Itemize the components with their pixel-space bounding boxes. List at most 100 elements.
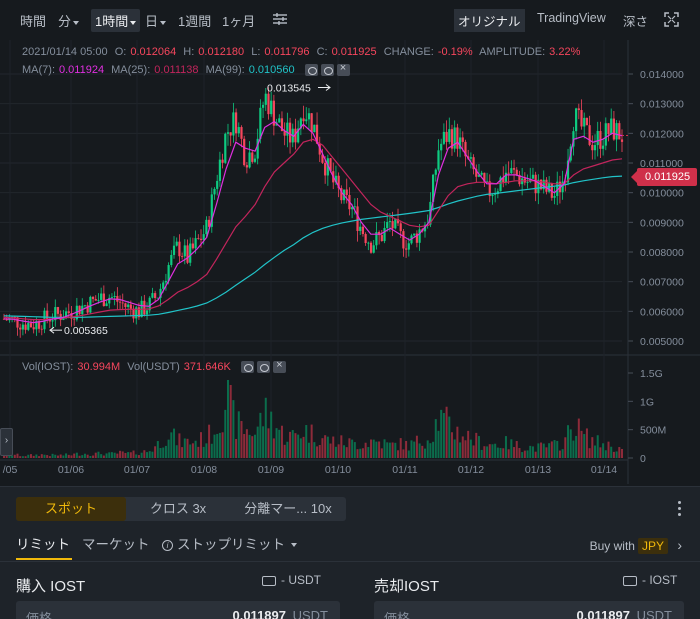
low-value: 0.011796 xyxy=(264,46,310,58)
settings-icon[interactable] xyxy=(320,64,334,77)
volume-bar xyxy=(283,444,286,458)
eye-icon[interactable] xyxy=(304,64,318,77)
indicator-settings-icon[interactable] xyxy=(272,12,288,26)
interval-1[interactable]: 分 xyxy=(58,11,80,30)
buy-balance-value: - USDT xyxy=(281,573,321,587)
volume-bar xyxy=(78,455,81,458)
interval-5[interactable]: 1ヶ月 xyxy=(222,11,255,30)
volume-bar xyxy=(550,441,553,458)
interval-2[interactable]: 1時間 xyxy=(91,9,141,32)
candle-body xyxy=(221,159,224,163)
sell-price-field[interactable]: 価格 0.011897 USDT xyxy=(374,601,684,619)
candle-body xyxy=(585,117,589,126)
ma7-value: 0.011924 xyxy=(59,64,105,76)
candle-body xyxy=(259,107,262,139)
vol-settings-icon[interactable] xyxy=(256,361,270,374)
chart-canvas[interactable]: 0.0140000.0130000.0120000.0110000.010000… xyxy=(0,40,700,484)
tab-limit[interactable]: リミット xyxy=(16,533,70,553)
side-panel-toggle[interactable]: › xyxy=(0,428,13,456)
ma25-line xyxy=(3,138,623,321)
buy-with-label: Buy with xyxy=(589,539,635,553)
view-original-button[interactable]: オリジナル xyxy=(454,9,525,32)
volume-bar xyxy=(494,443,497,458)
isolated-margin-tab[interactable]: 分離マー... 10x xyxy=(230,497,346,521)
volume-bar xyxy=(467,430,470,458)
cross-margin-tab[interactable]: クロス 3x xyxy=(128,497,228,521)
buy-price-field[interactable]: 価格 0.011897 USDT xyxy=(16,601,340,619)
candle-body xyxy=(91,296,95,299)
candle-body xyxy=(367,242,370,244)
volume-bar xyxy=(448,416,451,458)
tab-stop-limit[interactable]: i ストップリミット xyxy=(162,533,297,553)
candle-body xyxy=(504,172,508,183)
vol-usdt-value: 371.646K xyxy=(183,361,231,373)
candle-body xyxy=(143,300,146,315)
volume-bar xyxy=(51,453,54,458)
volume-bar xyxy=(507,449,510,458)
volume-bar xyxy=(27,454,30,458)
close-icon[interactable] xyxy=(336,62,350,77)
view-tradingview-button[interactable]: TradingView xyxy=(533,9,610,27)
price-chart[interactable]: 0.014000 0.013000 0.012000 0.011000 0.010000… xyxy=(0,40,700,484)
candle-body xyxy=(356,206,359,231)
volume-bar xyxy=(583,434,586,458)
volume-bar xyxy=(499,447,502,458)
volume-bar xyxy=(332,436,335,458)
volume-bar xyxy=(370,439,373,458)
volume-bar xyxy=(378,441,381,458)
volume-bar xyxy=(596,435,599,458)
ma7-label: MA(7): xyxy=(22,64,55,76)
candle-body xyxy=(229,132,232,136)
time-tick-label: 01/12 xyxy=(458,464,484,476)
volume-bar xyxy=(464,440,467,458)
candle-body xyxy=(234,112,238,134)
volume-bar xyxy=(132,450,135,458)
volume-bar xyxy=(397,450,400,458)
volume-bar xyxy=(388,442,391,458)
candle-body xyxy=(124,303,127,308)
volume-bar xyxy=(272,438,275,458)
candle-body xyxy=(531,174,535,179)
close-label: C: xyxy=(316,46,328,58)
price-tick-label: 0.013000 xyxy=(640,99,684,111)
candle-date: 2021/01/14 05:00 xyxy=(22,46,108,58)
volume-bar xyxy=(210,443,213,458)
volume-bar xyxy=(297,434,300,458)
candle-body xyxy=(100,293,103,300)
chevron-down-icon xyxy=(160,20,167,25)
interval-3[interactable]: 日 xyxy=(145,11,167,30)
more-options-icon[interactable] xyxy=(678,501,682,519)
candle-body xyxy=(127,304,130,308)
price-tick-label: 0.006000 xyxy=(640,306,684,318)
buy-with-link[interactable]: Buy with JPY › xyxy=(589,537,682,554)
volume-bar xyxy=(105,453,108,458)
volume-bar xyxy=(548,443,551,458)
volume-bar xyxy=(510,439,513,458)
tab-market[interactable]: マーケット xyxy=(82,533,150,553)
vol-eye-icon[interactable] xyxy=(240,361,254,374)
volume-bar xyxy=(607,441,610,458)
currency-badge: JPY xyxy=(637,538,668,554)
vol-close-icon[interactable] xyxy=(272,359,286,374)
candle-body xyxy=(197,238,200,239)
volume-bar xyxy=(442,413,445,458)
volume-bar xyxy=(108,452,111,458)
interval-4[interactable]: 1週間 xyxy=(178,11,211,30)
candle-body xyxy=(596,130,599,146)
volume-bar xyxy=(502,448,505,458)
volume-bar xyxy=(116,453,119,458)
fullscreen-icon[interactable] xyxy=(664,12,679,27)
interval-0[interactable]: 時間 xyxy=(20,11,46,30)
candle-body xyxy=(29,323,33,328)
volume-bar xyxy=(504,436,507,458)
spot-tab[interactable]: スポット xyxy=(16,497,126,521)
volume-bar xyxy=(521,452,524,458)
volume-bar xyxy=(372,439,375,458)
volume-bar xyxy=(183,438,186,458)
candle-body xyxy=(189,243,192,263)
view-depth-button[interactable]: 深さ xyxy=(619,9,652,32)
volume-bar xyxy=(386,442,389,458)
volume-bar xyxy=(146,452,149,458)
volume-bar xyxy=(205,443,208,458)
candle-body xyxy=(253,158,257,162)
